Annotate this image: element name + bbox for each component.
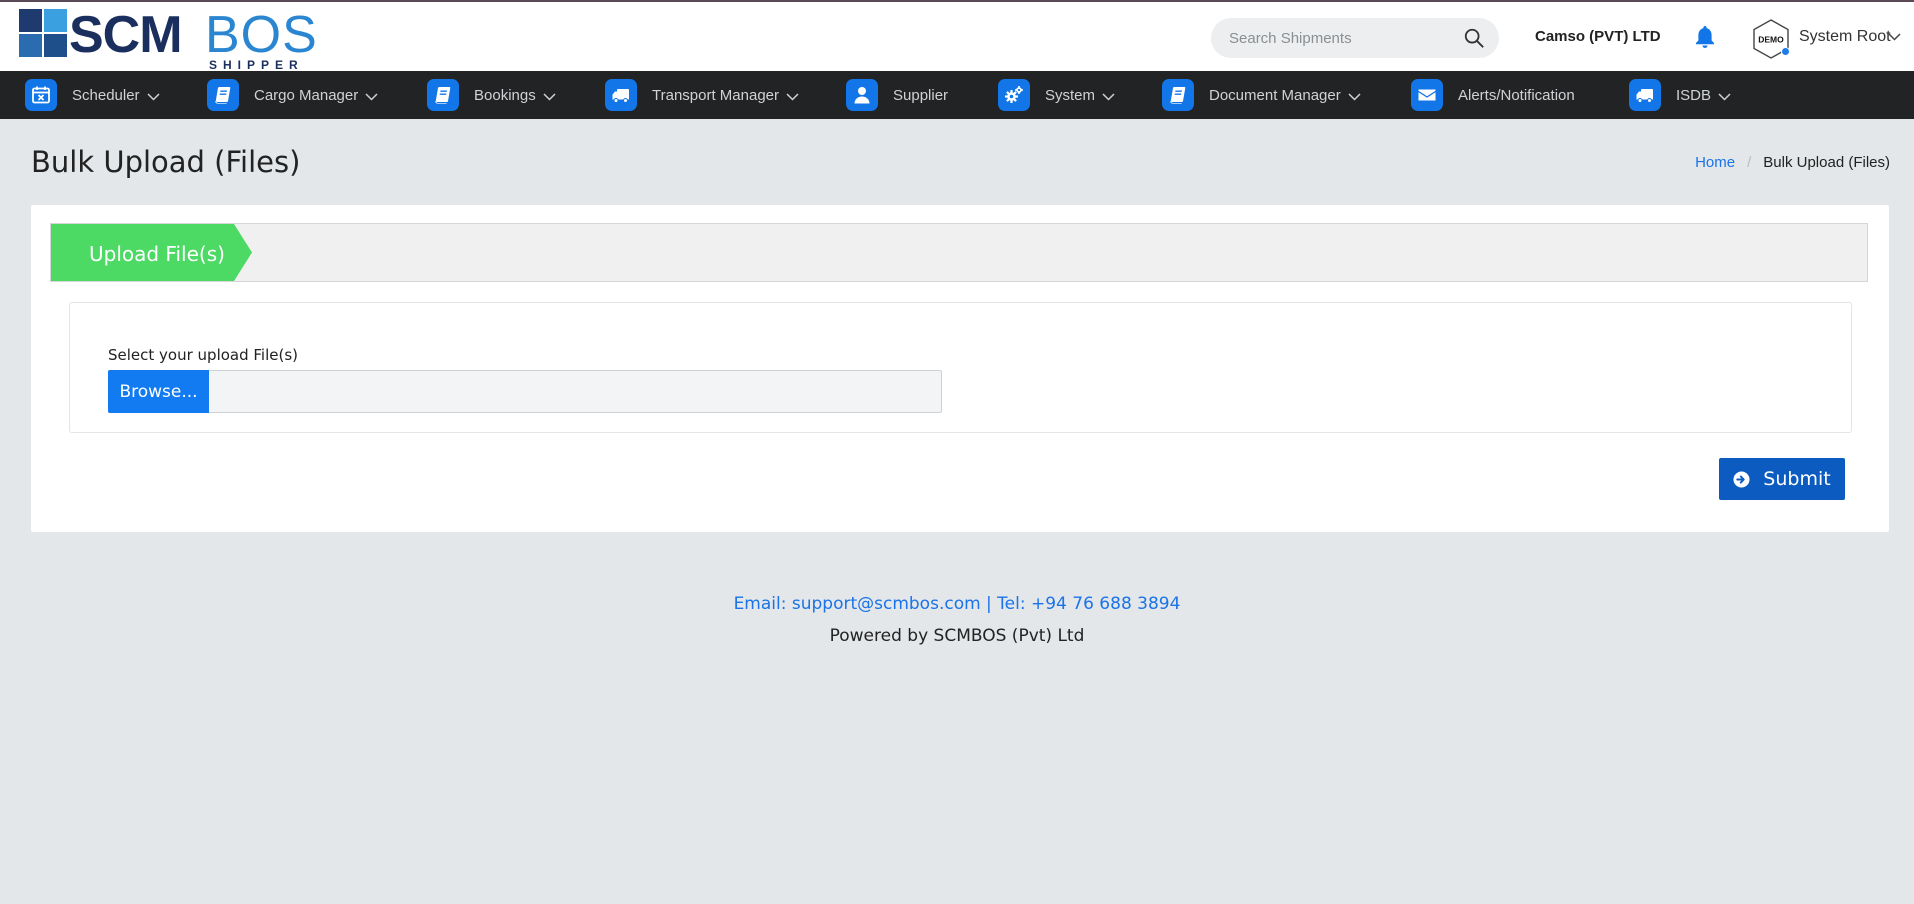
book-icon [1162,79,1194,111]
calendar-icon [25,79,57,111]
submit-button[interactable]: Submit [1719,458,1845,500]
submit-label: Submit [1763,468,1831,490]
truck-icon [605,79,637,111]
page-title: Bulk Upload (Files) [31,145,301,179]
wizard-step-label: Upload File(s) [89,242,225,266]
envelope-icon [1411,79,1443,111]
chevron-down-icon [365,92,378,101]
chevron-down-icon [1102,92,1115,101]
nav-item-document-manager[interactable]: Document Manager [1162,71,1361,119]
upload-card: Upload File(s) Select your upload File(s… [31,205,1889,532]
nav-item-bookings[interactable]: Bookings [427,71,556,119]
chevron-down-icon [1718,92,1731,101]
breadcrumb-home-link[interactable]: Home [1695,154,1735,171]
nav-item-scheduler[interactable]: Scheduler [25,71,160,119]
arrow-circle-right-icon [1733,470,1750,488]
nav-label: Bookings [474,86,536,104]
nav-item-cargo-manager[interactable]: Cargo Manager [207,71,378,119]
top-header: SCM BOS SHIPPER Camso (PVT) LTD DEMO Sys… [0,0,1914,72]
nav-label: Cargo Manager [254,86,359,104]
nav-item-alerts-notification[interactable]: Alerts/Notification [1411,71,1575,119]
breadcrumb-current: Bulk Upload (Files) [1763,154,1890,171]
search-box [1211,18,1499,58]
nav-item-isdb[interactable]: ISDB [1629,71,1731,119]
nav-item-system[interactable]: System [998,71,1115,119]
nav-label: Transport Manager [652,86,780,104]
browse-button[interactable]: Browse... [108,370,209,413]
bell-icon[interactable] [1693,24,1717,50]
nav-label: Document Manager [1209,86,1341,104]
nav-item-supplier[interactable]: Supplier [846,71,948,119]
footer-contact[interactable]: Email: support@scmbos.com | Tel: +94 76 … [0,594,1914,614]
wizard-step-bar: Upload File(s) [50,223,1868,282]
nav-label: Scheduler [72,86,140,104]
file-input-field[interactable]: Browse... [108,370,942,413]
online-status-dot [1781,47,1790,56]
footer-powered-by: Powered by SCMBOS (Pvt) Ltd [829,626,1085,646]
chevron-down-icon [1348,92,1361,101]
user-icon [846,79,878,111]
nav-label: Supplier [893,86,949,104]
breadcrumb: Home / Bulk Upload (Files) [1695,154,1890,171]
nav-label: ISDB [1676,86,1712,104]
logo-scm-text: SCM [69,6,183,64]
chevron-down-icon[interactable] [1888,33,1901,41]
logo-shipper-text: SHIPPER [209,58,304,72]
book-icon [427,79,459,111]
user-name[interactable]: System Root [1799,28,1891,46]
wizard-step-upload-files[interactable]: Upload File(s) [51,224,252,281]
chevron-down-icon [786,92,799,101]
logo-squares-icon [19,9,67,57]
nav-item-transport-manager[interactable]: Transport Manager [605,71,799,119]
chevron-down-icon [543,92,556,101]
nav-label: Alerts/Notification [1458,86,1575,104]
company-name[interactable]: Camso (PVT) LTD [1535,28,1661,45]
book-icon [207,79,239,111]
scmbos-logo[interactable]: SCM BOS SHIPPER [19,6,329,72]
upload-fieldset: Select your upload File(s) Browse... [69,302,1852,433]
logo-bos-text: BOS [205,6,318,64]
upload-field-label: Select your upload File(s) [108,346,299,364]
gears-icon [998,79,1030,111]
avatar-text: DEMO [1758,35,1784,45]
chevron-down-icon [147,92,160,101]
search-icon[interactable] [1463,27,1485,49]
main-nav: Scheduler Cargo Manager Bookings Transpo… [0,71,1914,119]
search-input[interactable] [1229,18,1459,58]
nav-label: System [1045,86,1096,104]
truck-icon [1629,79,1661,111]
breadcrumb-separator: / [1747,154,1752,171]
